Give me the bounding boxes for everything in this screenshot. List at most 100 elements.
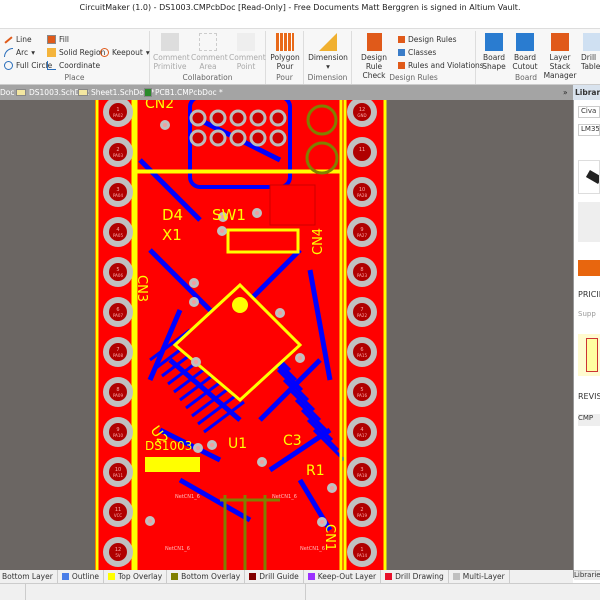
status-bar — [0, 583, 600, 600]
revisions-heading: REVIS — [578, 392, 600, 401]
libraries-bottom-tab[interactable]: Librarie — [574, 570, 600, 580]
via-hole — [330, 486, 334, 490]
pad-signal: PA09 — [113, 393, 123, 398]
keepout-icon — [100, 48, 109, 57]
layer-tab[interactable]: Top Overlay — [104, 570, 168, 583]
window-title: CircuitMaker (1.0) - DS1003.CMPcbDoc [Re… — [79, 3, 521, 12]
drc-icon — [366, 33, 382, 51]
designator-label: SW1 — [212, 206, 246, 224]
pad-signal: PA15 — [357, 353, 367, 358]
libraries-panel-tab[interactable]: Libraries — [573, 85, 600, 100]
component-3d-preview — [578, 160, 600, 194]
pcb-canvas[interactable]: 1 PA02 2 PA03 3 PA04 4 PA05 5 PA06 6 PA07 7 PA08 8 PA09… — [0, 100, 573, 570]
comment-primitive-button[interactable]: Comment Primitive — [153, 33, 190, 71]
designator-label: CN2 — [145, 100, 174, 112]
coordinate-icon — [47, 61, 56, 70]
schematic-icon — [78, 89, 88, 96]
fill-button[interactable]: Fill — [47, 35, 69, 44]
pad-signal: PA11 — [113, 473, 123, 478]
pad-signal: PA02 — [113, 113, 123, 118]
pad-number: 11 — [359, 147, 365, 153]
designator-label: D4 — [162, 206, 183, 224]
drill-table-button[interactable]: Drill Table — [581, 33, 600, 71]
full-circle-button[interactable]: Full Circle — [4, 61, 52, 70]
designator-label: U1 — [228, 436, 247, 452]
comment-icon — [161, 33, 179, 51]
pad-signal: PA18 — [357, 473, 367, 478]
group-label: Pour — [276, 73, 293, 82]
buy-button[interactable] — [578, 260, 600, 276]
header-pad — [249, 109, 267, 127]
pcb-board[interactable]: 1PA022PA033PA044PA055PA066PA077PA088PA09… — [0, 100, 573, 570]
rules-violations-button[interactable]: Rules and Violations — [398, 61, 484, 70]
title-bar: CircuitMaker (1.0) - DS1003.CMPcbDoc [Re… — [0, 0, 600, 28]
pad-signal: GND — [357, 113, 366, 118]
layer-tab[interactable]: Drill Drawing — [381, 570, 449, 583]
line-button[interactable]: Line — [4, 35, 32, 44]
classes-button[interactable]: Classes — [398, 48, 436, 57]
via-hole — [192, 300, 196, 304]
via-hole — [192, 281, 196, 285]
comment-area-button[interactable]: Comment Area — [191, 33, 228, 71]
tab-pcb1-cmpcbdoc[interactable]: PCB1.CMPcbDoc * — [144, 86, 223, 99]
revision-item[interactable]: CMP — [578, 414, 600, 426]
comment-point-icon — [237, 33, 255, 51]
group-label: Design Rules — [389, 73, 438, 82]
comment-point-button[interactable]: Comment Point — [229, 33, 266, 71]
layer-tab[interactable]: Outline — [58, 570, 104, 583]
footprint-preview — [578, 202, 600, 242]
pad-signal: PA22 — [357, 313, 367, 318]
pcb-icon — [144, 88, 152, 97]
net-label: NetCN1_6 — [300, 546, 325, 552]
board-cutout-button[interactable]: Board Cutout — [510, 33, 540, 71]
part-field[interactable]: LM353 — [578, 124, 600, 136]
polygon-pour-icon — [276, 33, 294, 51]
arc-button[interactable]: Arc ▾ — [4, 48, 35, 57]
group-label: Dimension — [307, 73, 348, 82]
board-cutout-icon — [516, 33, 534, 51]
designator-label: R1 — [306, 463, 325, 479]
comment-area-icon — [199, 33, 217, 51]
layer-tab[interactable]: Bottom Overlay — [167, 570, 246, 583]
silkscreen-block — [145, 457, 200, 472]
layer-tab[interactable]: Drill Guide — [245, 570, 304, 583]
pad-signal: PA16 — [357, 393, 367, 398]
line-icon — [4, 35, 13, 44]
pad-signal: PA19 — [357, 513, 367, 518]
header-pad — [209, 129, 227, 147]
polygon-pour-button[interactable]: Polygon Pour — [268, 33, 302, 71]
tab-doc[interactable]: Doc — [0, 86, 15, 99]
solid-region-icon — [47, 48, 56, 57]
layer-tab[interactable]: Multi-Layer — [449, 570, 510, 583]
circle-icon — [4, 61, 13, 70]
design-rules-button[interactable]: Design Rules — [398, 35, 457, 44]
net-label: NetCN1_6 — [272, 494, 297, 500]
table-icon — [583, 33, 600, 51]
via-hole — [194, 360, 198, 364]
smd-pad — [269, 184, 316, 226]
panel-overflow-button[interactable]: » — [563, 86, 568, 99]
pad-signal: PA04 — [113, 193, 123, 198]
dimension-button[interactable]: Dimension ▾ — [306, 33, 350, 71]
group-label: Place — [64, 73, 85, 82]
violations-icon — [398, 62, 405, 69]
header-pad — [269, 129, 287, 147]
pad-signal: 5V — [115, 553, 121, 558]
pad-signal: PA03 — [113, 153, 123, 158]
layer-tab[interactable]: Bottom Layer — [0, 570, 58, 583]
keepout-button[interactable]: Keepout ▾ — [100, 48, 150, 57]
layer-tab[interactable]: Keep-Out Layer — [304, 570, 382, 583]
header-pad — [189, 109, 207, 127]
header-pad — [229, 109, 247, 127]
header-pad — [269, 109, 287, 127]
coordinate-button[interactable]: Coordinate — [47, 61, 100, 70]
solid-region-button[interactable]: Solid Region — [47, 48, 105, 57]
library-search-field[interactable]: Civa — [578, 106, 600, 118]
via-hole — [255, 211, 259, 215]
group-pour: Polygon Pour Pour — [266, 31, 304, 84]
header-pad — [189, 129, 207, 147]
group-place: Line Arc ▾ Full Circle Fill Solid Region … — [0, 31, 150, 84]
layer-color-swatch — [385, 573, 393, 580]
board-shape-button[interactable]: Board Shape — [480, 33, 508, 71]
tab-sheet1-schdoc[interactable]: Sheet1.SchDoc * — [78, 86, 154, 99]
